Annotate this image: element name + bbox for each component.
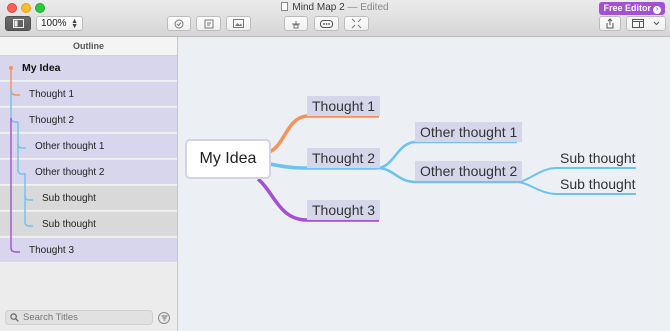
sidebar-toggle-button[interactable] bbox=[5, 16, 31, 31]
mindmap-node-thought-1[interactable]: Thought 1 bbox=[307, 96, 381, 116]
outline-item-label: Thought 2 bbox=[29, 115, 75, 126]
outline-item-other-thought-2[interactable]: Other thought 2 bbox=[0, 160, 177, 185]
window-title-text: Mind Map 2 bbox=[292, 2, 345, 13]
document-icon bbox=[281, 2, 289, 11]
outline-node-icon bbox=[320, 19, 333, 28]
mindmap-node-other-thought-2[interactable]: Other thought 2 bbox=[415, 161, 523, 181]
outline-node-button[interactable] bbox=[314, 16, 339, 31]
outline-item-label: Other thought 1 bbox=[35, 141, 105, 152]
outline-item-label: Sub thought bbox=[42, 193, 96, 204]
zoom-value: 100% bbox=[41, 18, 67, 29]
share-icon bbox=[606, 18, 614, 29]
outline-item-other-thought-1[interactable]: Other thought 1 bbox=[0, 134, 177, 159]
note-button[interactable] bbox=[196, 16, 221, 31]
connect-icon bbox=[292, 20, 300, 28]
layout-button[interactable] bbox=[626, 16, 666, 31]
task-button[interactable] bbox=[167, 16, 191, 31]
search-icon bbox=[10, 313, 19, 322]
filter-icon bbox=[161, 315, 167, 321]
connect-button[interactable] bbox=[284, 16, 308, 31]
outline-sidebar: Outline My Idea Thought 1 Thought 2 Othe… bbox=[0, 37, 178, 331]
mindmap-root-node[interactable]: My Idea bbox=[185, 139, 271, 179]
outline-item-thought-1[interactable]: Thought 1 bbox=[0, 82, 177, 107]
mindmap-node-thought-2[interactable]: Thought 2 bbox=[307, 148, 381, 168]
mindmap-node-sub-thought-1[interactable]: Sub thought bbox=[560, 148, 636, 168]
free-editor-badge[interactable]: Free Editor › bbox=[599, 2, 665, 15]
title-bar: Mind Map 2 — Edited Free Editor › 100% ▲ ▼ bbox=[0, 0, 670, 37]
search-field[interactable] bbox=[5, 310, 153, 325]
share-button[interactable] bbox=[599, 16, 621, 31]
mindmap-node-sub-thought-2[interactable]: Sub thought bbox=[560, 174, 636, 194]
outline-item-thought-3[interactable]: Thought 3 bbox=[0, 238, 177, 263]
outline-item-sub-thought-1[interactable]: Sub thought bbox=[0, 186, 177, 211]
info-icon: › bbox=[653, 6, 661, 14]
outline-item-label: Thought 1 bbox=[29, 89, 75, 100]
layout-icon bbox=[631, 19, 644, 28]
edited-indicator: — Edited bbox=[347, 2, 389, 13]
note-icon bbox=[204, 19, 213, 28]
fit-button[interactable] bbox=[344, 16, 369, 31]
fit-icon bbox=[351, 18, 362, 29]
outline-item-label: Other thought 2 bbox=[35, 167, 105, 178]
stepper-icon: ▲ ▼ bbox=[71, 17, 78, 30]
mindmap-canvas[interactable]: My Idea Thought 1 Thought 2 Thought 3 Ot… bbox=[179, 37, 670, 331]
outline-item-label: Thought 3 bbox=[29, 245, 75, 256]
outline-item-my-idea[interactable]: My Idea bbox=[0, 56, 177, 81]
chevron-down-icon bbox=[653, 21, 660, 26]
zoom-select[interactable]: 100% ▲ ▼ bbox=[36, 16, 83, 31]
link-thought-1 bbox=[268, 114, 379, 154]
outline-item-label: My Idea bbox=[22, 62, 61, 74]
outline-item-sub-thought-2[interactable]: Sub thought bbox=[0, 212, 177, 237]
filter-button[interactable] bbox=[158, 312, 170, 324]
checkmark-circle-icon bbox=[174, 19, 184, 28]
image-button[interactable] bbox=[226, 16, 251, 31]
mindmap-node-thought-3[interactable]: Thought 3 bbox=[307, 200, 381, 220]
outline-item-label: Sub thought bbox=[42, 219, 96, 230]
search-input[interactable] bbox=[23, 312, 143, 323]
outline-header: Outline bbox=[0, 37, 177, 56]
image-icon bbox=[233, 19, 244, 28]
sidebar-toggle-icon bbox=[12, 19, 24, 28]
mindmap-node-other-thought-1[interactable]: Other thought 1 bbox=[415, 122, 523, 142]
outline-item-thought-2[interactable]: Thought 2 bbox=[0, 108, 177, 133]
free-editor-label: Free Editor bbox=[603, 3, 651, 13]
window-title: Mind Map 2 — Edited bbox=[0, 2, 670, 13]
